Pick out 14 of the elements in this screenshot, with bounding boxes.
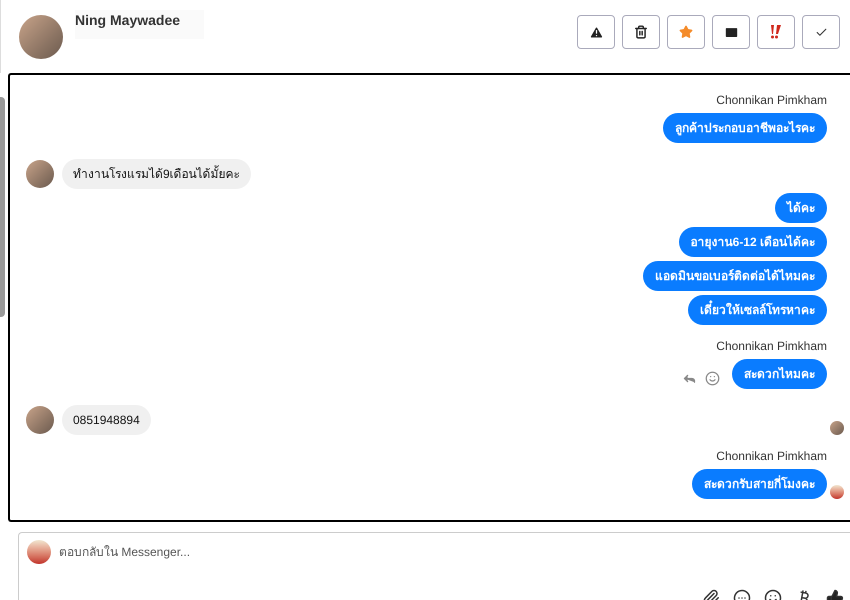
contact-name: Ning Maywadee bbox=[75, 11, 180, 30]
sender-name: Chonnikan Pimkham bbox=[716, 448, 827, 465]
message-bubble: ลูกค้าประกอบอาชีพอะไรคะ bbox=[663, 113, 827, 143]
message-bubble: อายุงาน6-12 เดือนได้คะ bbox=[678, 227, 827, 257]
message-bubble: สะดวกรับสายกี่โมงคะ bbox=[692, 469, 827, 499]
sender-name: Chonnikan Pimkham bbox=[716, 92, 827, 109]
message-bubble: ทำงานโรงแรมได้9เดือนได้มั้ยคะ bbox=[62, 159, 251, 189]
message-bubble: แอดมินขอเบอร์ติดต่อได้ไหมคะ bbox=[643, 261, 827, 291]
sender-name: Chonnikan Pimkham bbox=[716, 338, 827, 355]
message-bubble: สะดวกไหมคะ bbox=[732, 359, 827, 389]
message-bubble: ได้คะ bbox=[775, 193, 827, 223]
message-bubble: 0851948894 bbox=[62, 405, 151, 435]
message-bubble: เดี๋ยวให้เซลล์โทรหาคะ bbox=[688, 295, 827, 325]
reply-field[interactable]: ตอบกลับใน Messenger... bbox=[59, 543, 850, 561]
